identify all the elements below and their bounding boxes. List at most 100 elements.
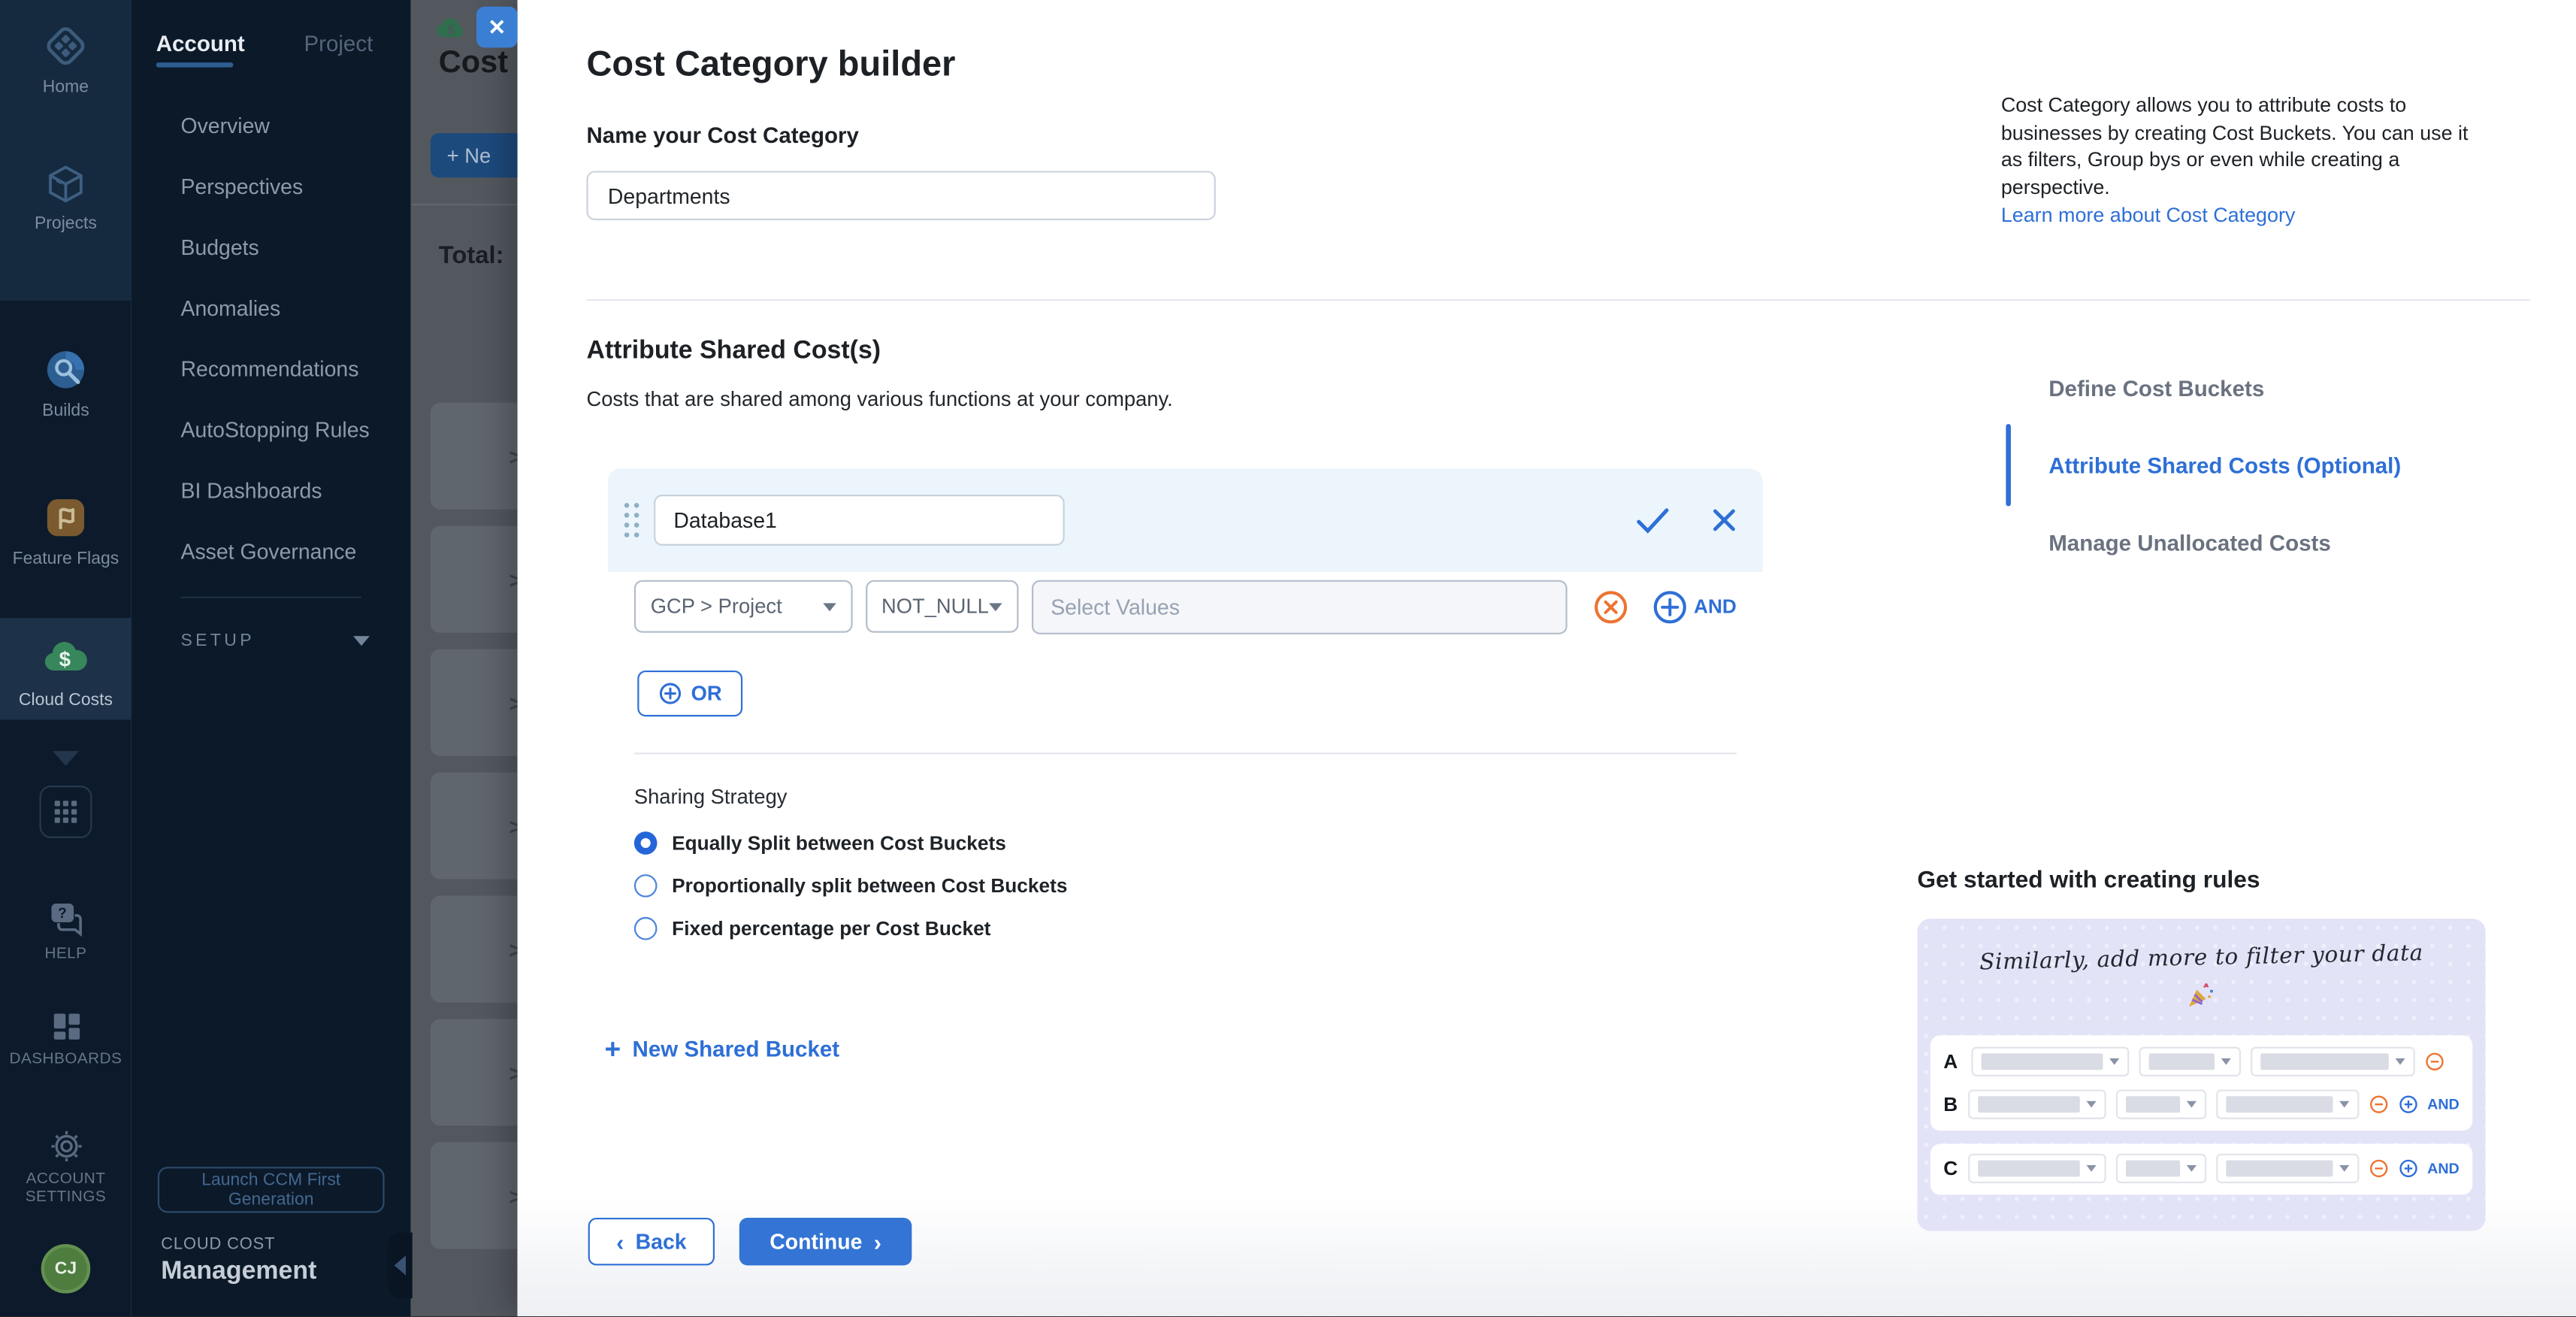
launch-ccm-first-gen-button[interactable]: Launch CCM First Generation: [158, 1167, 385, 1213]
sidebar-item-account-settings[interactable]: ACCOUNT SETTINGS: [0, 1128, 132, 1206]
and-label: AND: [2427, 1096, 2460, 1113]
table-row[interactable]: >: [431, 649, 518, 756]
attribute-shared-costs-heading: Attribute Shared Cost(s): [586, 337, 881, 366]
rail-chevron-down-icon[interactable]: [53, 751, 79, 766]
table-row[interactable]: >: [431, 526, 518, 633]
illustration-panel-ab: A B: [1930, 1035, 2472, 1131]
cube-icon: [43, 161, 89, 207]
sidebar-collapse-handle[interactable]: [388, 1233, 413, 1298]
and-label: AND: [1694, 595, 1737, 618]
placeholder-select: [2139, 1047, 2241, 1076]
table-row[interactable]: >: [431, 773, 518, 880]
confirm-check-icon[interactable]: [1636, 507, 1669, 533]
back-label: Back: [636, 1229, 687, 1254]
chevron-left-icon: ‹: [616, 1234, 624, 1250]
setup-section-toggle[interactable]: SETUP: [180, 631, 369, 651]
step-define-cost-buckets[interactable]: Define Cost Buckets: [2048, 377, 2264, 401]
add-or-condition-button[interactable]: OR: [637, 671, 742, 716]
step-manage-unallocated-costs[interactable]: Manage Unallocated Costs: [2048, 531, 2331, 556]
chevron-down-icon: [2186, 1165, 2196, 1172]
tab-project[interactable]: Project: [304, 32, 373, 56]
help-chat-icon: ?: [44, 898, 87, 940]
sidebar-item-home[interactable]: Home: [0, 21, 132, 97]
chevron-down-icon: [822, 602, 835, 610]
sidebar-item-cloud-costs[interactable]: $ Cloud Costs: [0, 618, 132, 720]
operator-value: NOT_NULL: [881, 595, 989, 618]
circle-plus-icon: [658, 682, 682, 705]
illustration-caption: Similarly, add more to filter your data: [1917, 939, 2486, 977]
continue-button[interactable]: Continue ›: [739, 1218, 912, 1265]
background-page-title: Cost: [439, 46, 508, 82]
sidebar-item-label: Projects: [35, 213, 97, 233]
help-label: HELP: [44, 945, 86, 963]
product-eyebrow: CLOUD COST: [161, 1236, 275, 1254]
chevron-left-icon: [395, 1255, 406, 1275]
chevron-down-icon: [2339, 1165, 2348, 1172]
sidebar-item-asset-governance[interactable]: Asset Governance: [180, 539, 356, 564]
step-attribute-shared-costs[interactable]: Attribute Shared Costs (Optional): [2048, 453, 2401, 478]
operator-select[interactable]: NOT_NULL: [865, 580, 1017, 633]
plus-icon: +: [605, 1039, 621, 1060]
remove-rule-button[interactable]: [1594, 589, 1628, 624]
sidebar-item-feature-flags[interactable]: Feature Flags: [0, 493, 132, 569]
sidebar-item-overview[interactable]: Overview: [180, 114, 269, 138]
table-row[interactable]: >: [431, 895, 518, 1002]
table-row[interactable]: >: [431, 403, 518, 510]
placeholder-select: [2116, 1089, 2206, 1119]
chevron-down-icon: [989, 602, 1002, 610]
cloud-dollar-icon: $: [39, 631, 92, 684]
row-letter: B: [1943, 1093, 1958, 1116]
bucket-divider: [634, 752, 1737, 754]
name-cost-category-label: Name your Cost Category: [586, 123, 858, 148]
radio-label: Proportionally split between Cost Bucket…: [672, 874, 1067, 898]
sidebar-item-projects[interactable]: Projects: [0, 161, 132, 233]
user-avatar[interactable]: CJ: [41, 1244, 91, 1294]
chevron-down-icon: [353, 636, 370, 646]
sidebar-item-autostopping[interactable]: AutoStopping Rules: [180, 417, 369, 442]
bucket-name-input[interactable]: [654, 495, 1065, 546]
close-drawer-button[interactable]: ✕: [476, 7, 518, 48]
drag-handle-icon[interactable]: [624, 503, 639, 537]
radio-fixed-percentage[interactable]: Fixed percentage per Cost Bucket: [634, 917, 1737, 940]
sharing-strategy-label: Sharing Strategy: [634, 786, 1737, 809]
dimension-select[interactable]: GCP > Project: [634, 580, 852, 633]
module-grid-button[interactable]: [39, 786, 92, 838]
cloud-icon: $: [435, 17, 467, 40]
dimension-value: GCP > Project: [651, 595, 782, 618]
placeholder-select: [2116, 1154, 2206, 1183]
radio-label: Equally Split between Cost Buckets: [672, 831, 1006, 855]
chevron-down-icon: [2186, 1101, 2196, 1108]
tab-account[interactable]: Account: [156, 32, 245, 56]
new-shared-bucket-button[interactable]: + New Shared Bucket: [605, 1037, 840, 1062]
table-row[interactable]: >: [431, 1142, 518, 1249]
learn-more-link[interactable]: Learn more about Cost Category: [2001, 202, 2494, 229]
sidebar-item-anomalies[interactable]: Anomalies: [180, 296, 280, 321]
module-rail: Home Projects Builds Feature Flags: [0, 0, 132, 1316]
sidebar-item-bi-dashboards[interactable]: BI Dashboards: [180, 478, 322, 503]
radio-label: Fixed percentage per Cost Bucket: [672, 917, 990, 940]
sidebar-item-recommendations[interactable]: Recommendations: [180, 356, 358, 381]
values-input[interactable]: [1031, 580, 1568, 634]
radio-proportionally-split[interactable]: Proportionally split between Cost Bucket…: [634, 874, 1737, 898]
new-cost-category-button[interactable]: + Ne: [431, 133, 518, 177]
rules-illustration: Similarly, add more to filter your data …: [1917, 919, 2485, 1231]
row-letter: A: [1943, 1050, 1961, 1073]
sidebar-item-help[interactable]: ? HELP: [0, 898, 132, 963]
flag-icon: [41, 493, 91, 543]
back-button[interactable]: ‹ Back: [588, 1218, 715, 1265]
circle-plus-icon: [1652, 589, 1687, 624]
delete-bucket-x-icon[interactable]: [1712, 508, 1737, 533]
sidebar-item-dashboards[interactable]: DASHBOARDS: [0, 1007, 132, 1068]
background-divider: [411, 204, 518, 205]
sidebar-item-perspectives[interactable]: Perspectives: [180, 174, 303, 199]
sidebar-item-budgets[interactable]: Budgets: [180, 235, 259, 260]
add-and-condition-button[interactable]: AND: [1652, 589, 1736, 624]
chevron-down-icon: [2086, 1101, 2096, 1108]
active-tab-underline: [156, 62, 234, 68]
sidebar-item-builds[interactable]: Builds: [0, 345, 132, 421]
svg-text:$: $: [59, 648, 71, 671]
sidebar-item-label: Feature Flags: [13, 549, 119, 568]
table-row[interactable]: >: [431, 1019, 518, 1125]
cost-category-name-input[interactable]: [586, 171, 1215, 220]
radio-equally-split[interactable]: Equally Split between Cost Buckets: [634, 831, 1737, 855]
